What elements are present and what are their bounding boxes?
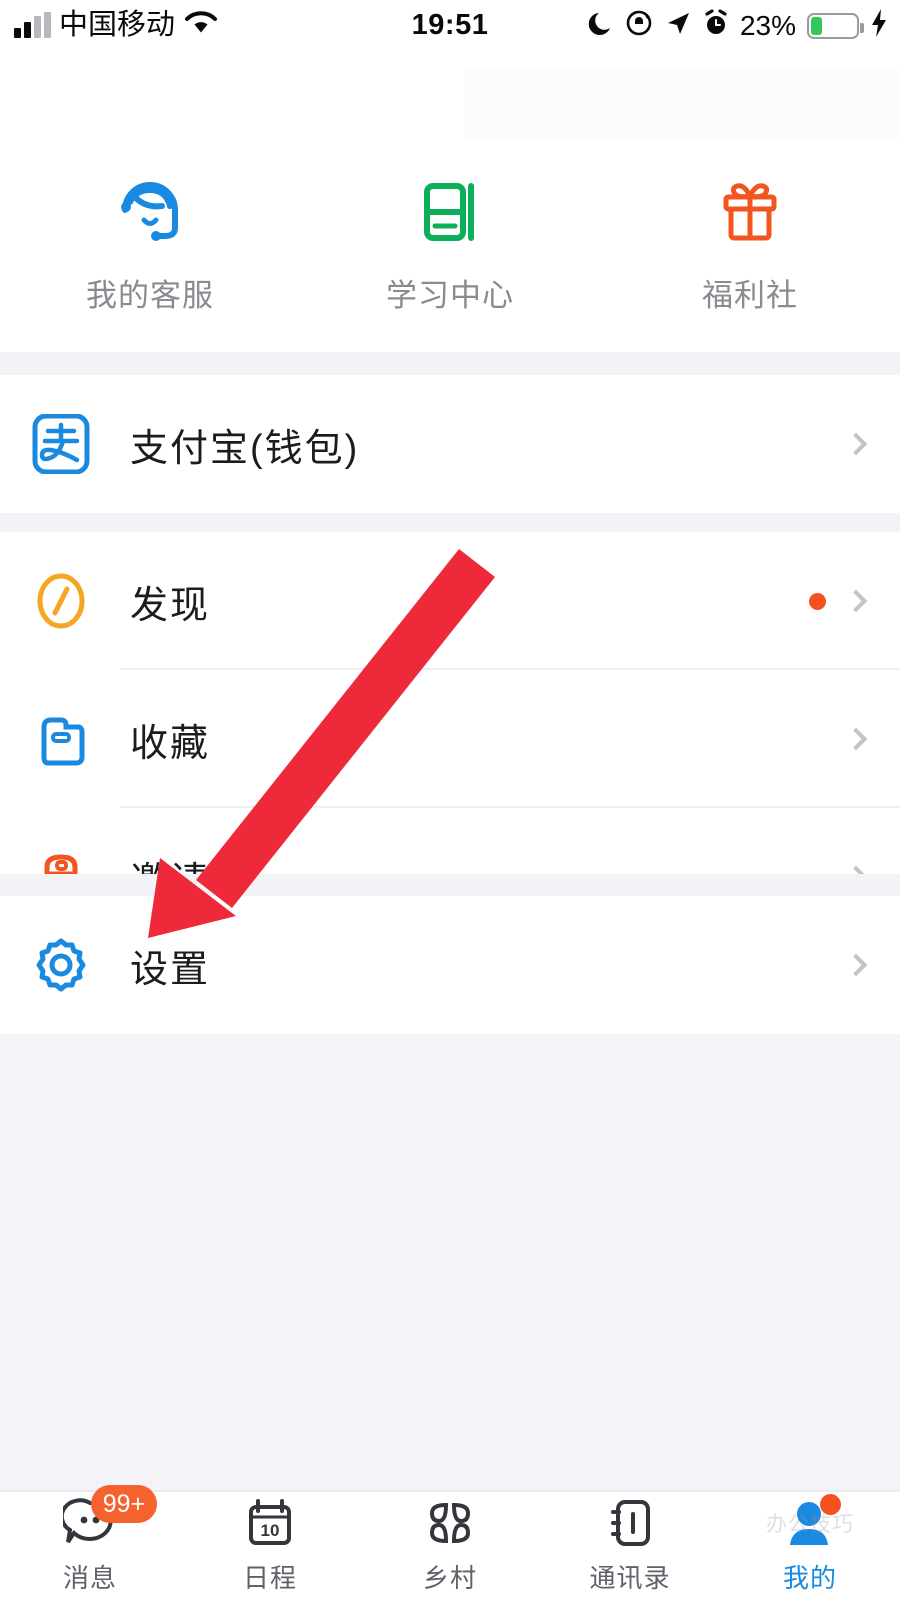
battery-percent: 23% bbox=[739, 9, 796, 41]
row-label: 设置 bbox=[130, 948, 211, 991]
section-gap-1 bbox=[0, 352, 900, 375]
section-gap-3 bbox=[0, 874, 900, 896]
location-arrow-icon bbox=[664, 9, 692, 42]
watermark-text: 办公技巧 bbox=[766, 1513, 854, 1536]
row-favorites[interactable]: 收藏 bbox=[0, 670, 900, 808]
shortcut-label: 学习中心 bbox=[386, 277, 514, 313]
unread-count-badge: 99+ bbox=[91, 1485, 157, 1523]
chevron-right-icon bbox=[844, 432, 868, 456]
features-group: 发现 收藏 bbox=[0, 532, 900, 946]
grid-petals-icon bbox=[423, 1497, 477, 1549]
chevron-right-icon bbox=[844, 727, 868, 751]
phone-screen: 中国移动 19:51 23% 我的客服 学习中心 福利社 支付宝(钱包) 发现 … bbox=[0, 0, 900, 1600]
svg-text:10: 10 bbox=[261, 1521, 280, 1540]
tab-profile[interactable]: 办公技巧 我的 bbox=[720, 1492, 900, 1600]
tab-messages[interactable]: 99+ 消息 bbox=[0, 1485, 180, 1600]
row-label: 支付宝(钱包) bbox=[130, 427, 360, 470]
tab-label: 乡村 bbox=[422, 1563, 477, 1593]
calendar-icon: 10 bbox=[243, 1497, 297, 1549]
tab-calendar[interactable]: 10 日程 bbox=[180, 1492, 360, 1600]
contacts-icon bbox=[603, 1497, 657, 1549]
row-label: 发现 bbox=[130, 584, 211, 627]
alipay-icon bbox=[30, 413, 92, 475]
bottom-tab-bar: 99+ 消息 10 日程 乡村 通讯录 办公技巧 我的 bbox=[0, 1485, 900, 1600]
tab-label: 日程 bbox=[242, 1563, 297, 1593]
status-bar-right: 23% bbox=[588, 8, 888, 43]
tab-label: 通讯录 bbox=[589, 1563, 671, 1593]
unread-dot-badge bbox=[809, 592, 826, 610]
row-accessory bbox=[844, 727, 900, 751]
tab-contacts[interactable]: 通讯录 bbox=[540, 1492, 720, 1600]
battery-icon bbox=[807, 12, 864, 39]
gear-icon bbox=[30, 934, 92, 996]
customer-service-icon bbox=[114, 176, 186, 248]
book-icon bbox=[414, 176, 486, 248]
chevron-right-icon bbox=[844, 589, 868, 613]
wallet-group: 支付宝(钱包) bbox=[0, 375, 900, 513]
top-spacer-left bbox=[0, 70, 465, 138]
rotation-lock-icon bbox=[625, 9, 653, 42]
gift-icon bbox=[714, 176, 786, 248]
status-bar: 中国移动 19:51 23% bbox=[0, 0, 900, 70]
alarm-clock-icon bbox=[703, 9, 729, 42]
chevron-right-icon bbox=[844, 953, 868, 977]
row-accessory bbox=[844, 953, 900, 977]
quick-shortcuts-card: 我的客服 学习中心 福利社 bbox=[0, 138, 900, 352]
shortcut-customer-service[interactable]: 我的客服 bbox=[0, 138, 300, 352]
chat-bubble-icon: 99+ bbox=[63, 1485, 157, 1549]
lightning-bolt-icon bbox=[870, 8, 888, 43]
shortcut-label: 福利社 bbox=[702, 277, 798, 313]
tab-village[interactable]: 乡村 bbox=[360, 1492, 540, 1600]
person-avatar-icon: 办公技巧 bbox=[766, 1494, 853, 1549]
section-gap-2 bbox=[0, 513, 900, 532]
row-settings[interactable]: 设置 bbox=[0, 896, 900, 1034]
tab-label: 我的 bbox=[782, 1563, 837, 1593]
shortcut-label: 我的客服 bbox=[86, 277, 214, 313]
compass-icon bbox=[30, 570, 92, 632]
row-label: 收藏 bbox=[130, 722, 211, 765]
settings-group: 设置 bbox=[0, 896, 900, 1034]
tab-label: 消息 bbox=[62, 1563, 117, 1593]
shortcut-welfare[interactable]: 福利社 bbox=[600, 138, 900, 352]
row-discover[interactable]: 发现 bbox=[0, 532, 900, 670]
row-accessory bbox=[844, 432, 900, 456]
row-accessory bbox=[809, 589, 900, 613]
row-alipay[interactable]: 支付宝(钱包) bbox=[0, 375, 900, 513]
profile-content: 我的客服 学习中心 福利社 支付宝(钱包) 发现 收藏 设置 bbox=[0, 70, 900, 1490]
top-spacer-right bbox=[465, 70, 900, 138]
moon-icon bbox=[588, 9, 614, 42]
bookmark-folder-icon bbox=[30, 708, 92, 770]
shortcut-learning-center[interactable]: 学习中心 bbox=[300, 138, 600, 352]
